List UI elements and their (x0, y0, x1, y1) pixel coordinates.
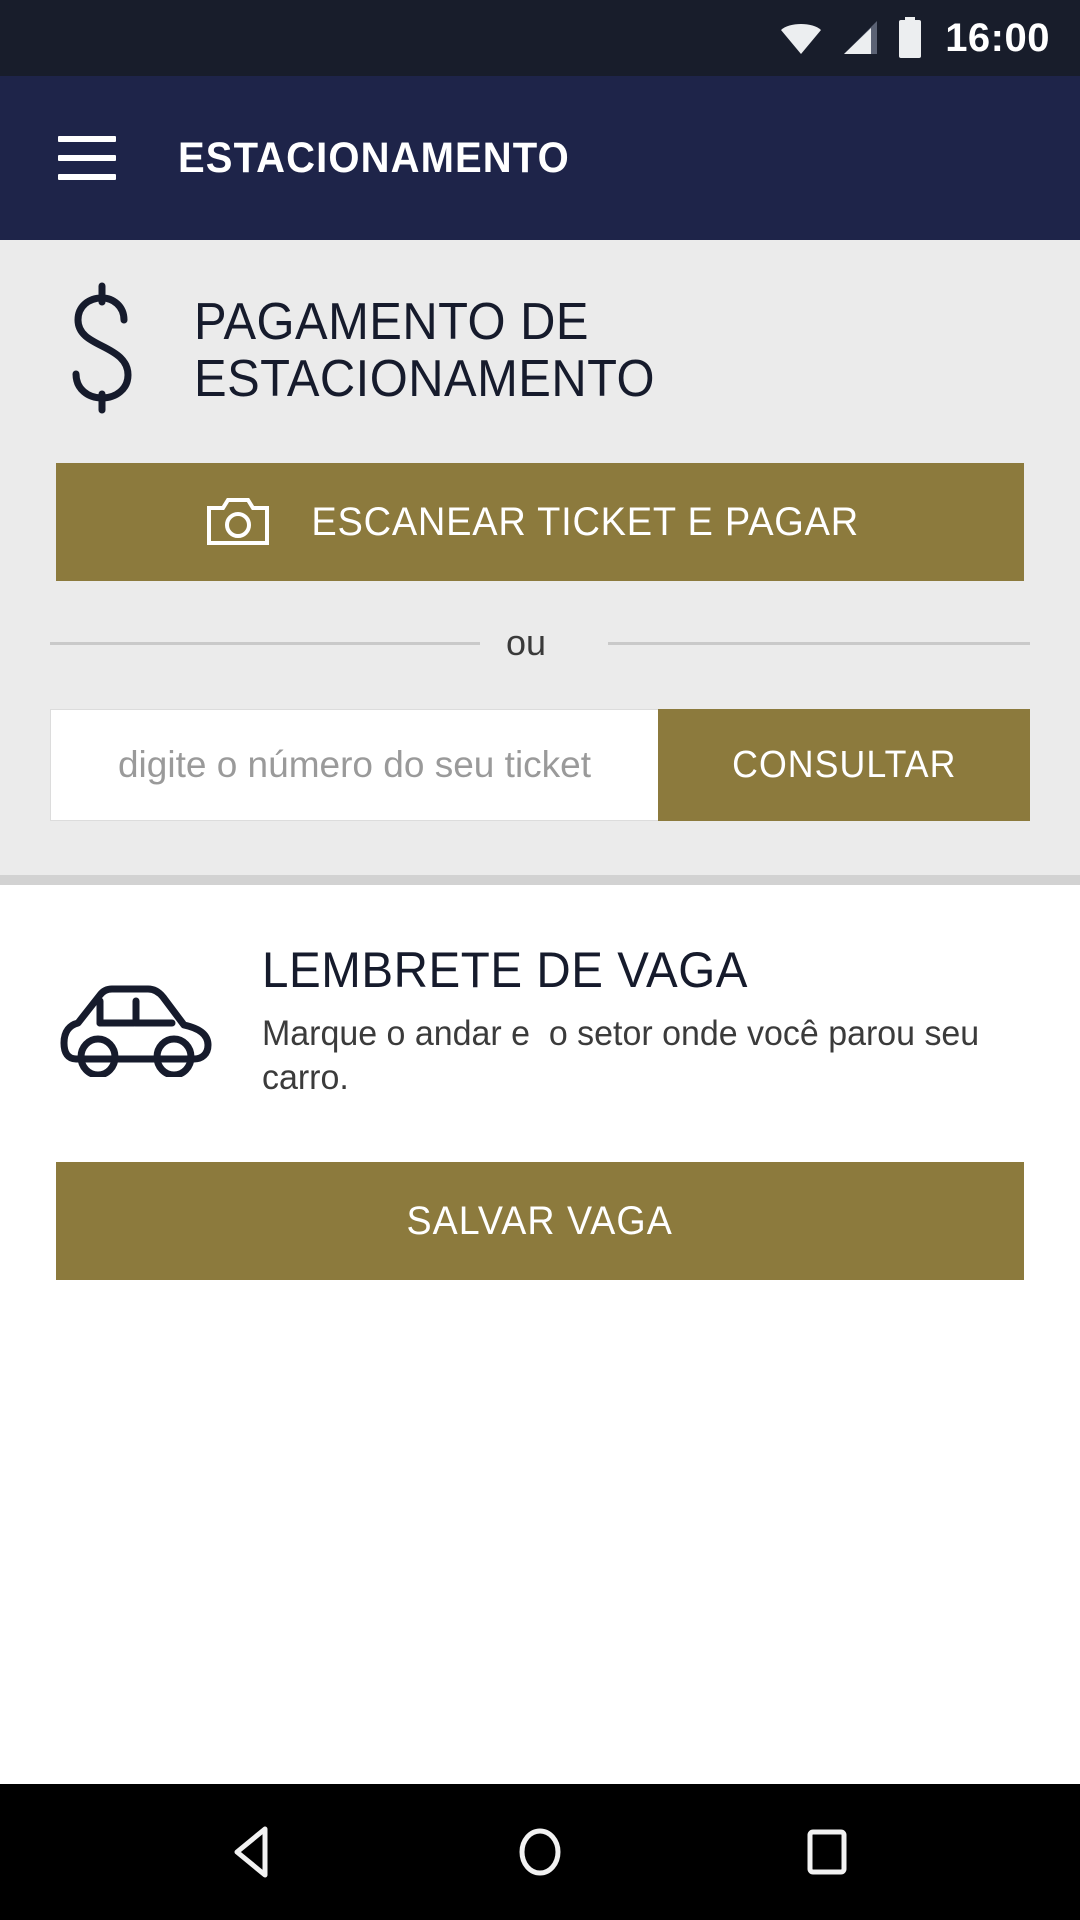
divider-line-right (608, 641, 1030, 645)
payment-section-spacer (0, 821, 1080, 875)
car-icon (56, 943, 216, 1082)
consult-button[interactable]: CONSULTAR (658, 709, 1030, 821)
cellular-signal-icon (839, 19, 881, 57)
phone-screen: 16:00 ESTACIONAMENTO PAGAMENTO DE ESTACI (0, 0, 1080, 1920)
or-divider: ou (50, 625, 1030, 661)
back-triangle-icon[interactable] (193, 1792, 313, 1912)
payment-header: PAGAMENTO DE ESTACIONAMENTO (0, 240, 1080, 443)
page-title: ESTACIONAMENTO (178, 133, 570, 182)
or-label: ou (506, 622, 547, 663)
reminder-description: Marque o andar e o setor onde você parou… (262, 1014, 989, 1098)
wifi-icon (779, 19, 823, 57)
reminder-texts: LEMBRETE DE VAGA Marque o andar e o seto… (262, 943, 1040, 1100)
divider-line-left (50, 641, 480, 645)
home-circle-icon[interactable] (480, 1792, 600, 1912)
status-bar-clock: 16:00 (945, 15, 1050, 60)
dollar-sign-icon (56, 282, 148, 419)
save-parking-spot-label: SALVAR VAGA (406, 1198, 674, 1243)
section-divider (0, 875, 1080, 885)
hamburger-line (58, 155, 116, 161)
hamburger-line (58, 136, 116, 142)
app-bar: ESTACIONAMENTO (0, 76, 1080, 240)
save-parking-spot-button[interactable]: SALVAR VAGA (56, 1162, 1024, 1281)
hamburger-menu-icon[interactable] (58, 136, 116, 180)
reminder-header: LEMBRETE DE VAGA Marque o andar e o seto… (0, 885, 1080, 1100)
payment-section: PAGAMENTO DE ESTACIONAMENTO ESCANEAR TIC… (0, 240, 1080, 875)
battery-icon (897, 17, 923, 59)
payment-title: PAGAMENTO DE ESTACIONAMENTO (194, 293, 656, 408)
ticket-number-input[interactable] (50, 709, 658, 821)
camera-icon (206, 495, 269, 550)
reminder-title: LEMBRETE DE VAGA (262, 942, 748, 998)
android-navigation-bar (0, 1784, 1080, 1920)
recents-square-icon[interactable] (767, 1792, 887, 1912)
hamburger-line (58, 174, 116, 180)
scan-ticket-label: ESCANEAR TICKET E PAGAR (311, 499, 859, 544)
reminder-section: LEMBRETE DE VAGA Marque o andar e o seto… (0, 885, 1080, 1784)
status-bar: 16:00 (0, 0, 1080, 76)
consult-label: CONSULTAR (731, 743, 957, 786)
scan-ticket-button[interactable]: ESCANEAR TICKET E PAGAR (56, 463, 1024, 581)
ticket-lookup-row: CONSULTAR (50, 709, 1030, 821)
